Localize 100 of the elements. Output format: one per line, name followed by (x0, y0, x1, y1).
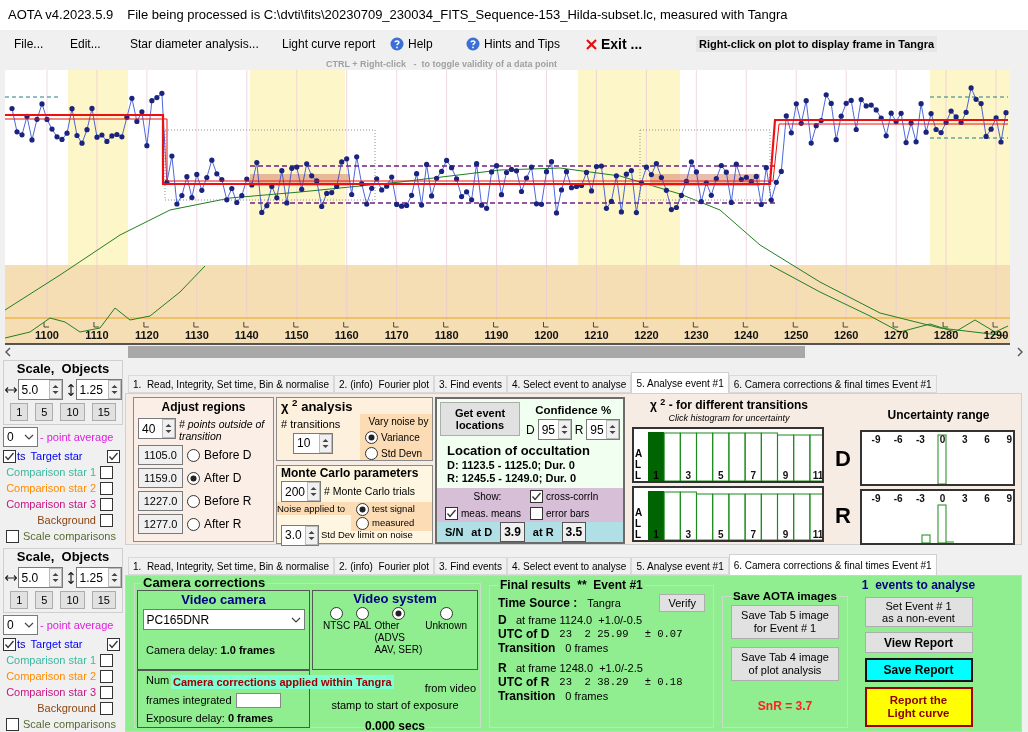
scale-button[interactable]: 15 (91, 591, 116, 609)
number-field[interactable]: 95 (586, 419, 621, 441)
checkbox[interactable] (100, 513, 113, 527)
checkbox[interactable] (6, 718, 19, 731)
action-button[interactable]: Set Event # 1 as a non-event (864, 597, 973, 627)
radio-button[interactable] (187, 448, 200, 462)
checkbox[interactable] (107, 449, 120, 463)
histogram-bars-drawing[interactable] (648, 432, 822, 481)
menu-item[interactable]: Help (408, 35, 433, 53)
tab[interactable]: 4. Select event to analyse (506, 557, 632, 575)
scale-button[interactable]: 10 (60, 591, 85, 609)
checkbox[interactable] (100, 465, 113, 479)
help-icon[interactable] (466, 37, 480, 51)
radio-button[interactable] (356, 516, 369, 530)
menu-item[interactable]: Edit... (70, 35, 101, 53)
radio-button[interactable] (391, 607, 405, 620)
radio-button[interactable] (330, 607, 344, 620)
number-field[interactable]: 1.25 (75, 379, 122, 400)
tab[interactable]: 5. Analyse event #1 (631, 372, 729, 393)
frames-field[interactable] (235, 693, 281, 708)
radio-button[interactable] (187, 517, 200, 531)
checkbox[interactable] (445, 507, 458, 521)
spinner-arrows-icon[interactable] (107, 380, 121, 399)
tab[interactable]: 6. Camera corrections & final times Event #1 (728, 554, 937, 575)
action-button[interactable]: Report the Light curve (864, 687, 973, 727)
checkbox[interactable] (107, 637, 120, 651)
scale-button[interactable]: 5 (35, 403, 54, 421)
chevron-down-icon[interactable] (290, 616, 301, 623)
spinner-arrows-icon[interactable] (162, 419, 175, 438)
chevron-down-icon[interactable] (24, 622, 34, 628)
close-icon[interactable] (586, 38, 597, 50)
save-image-button[interactable]: Save Tab 4 image of plot analysis (731, 647, 839, 682)
spinner-arrows-icon[interactable] (606, 420, 620, 440)
spinner-arrows-icon[interactable] (107, 568, 121, 587)
action-button[interactable]: View Report (864, 632, 973, 653)
tab[interactable]: 6. Camera corrections & final times Event #1 (728, 375, 937, 393)
menu-item[interactable]: Hints and Tips (484, 35, 561, 53)
number-field[interactable]: 95 (537, 419, 572, 441)
number-field[interactable]: 10 (293, 432, 333, 454)
checkbox[interactable] (100, 669, 113, 683)
uncertainty-chart[interactable]: -9 -6 -3 0 3 6 9 (860, 430, 1015, 486)
number-field[interactable]: 40 (138, 418, 176, 439)
menu-item[interactable]: Light curve report (282, 35, 376, 53)
tab[interactable]: 5. Analyse event #1 (631, 557, 729, 575)
tab[interactable]: 1. Read, Integrity, Set time, Bin & normalise (128, 557, 334, 575)
radio-button[interactable] (355, 607, 369, 620)
spinner-arrows-icon[interactable] (307, 482, 320, 501)
scroll-right-icon[interactable] (1016, 347, 1024, 357)
scale-button[interactable]: 15 (91, 403, 116, 421)
verify-button[interactable]: Verify (659, 594, 705, 612)
spinner-arrows-icon[interactable] (319, 433, 332, 453)
spinner-arrows-icon[interactable] (557, 420, 571, 440)
radio-button[interactable] (365, 447, 378, 460)
tab[interactable]: 3. Find events (434, 375, 507, 393)
checkbox[interactable] (530, 507, 543, 521)
tab[interactable]: 2. (info) Fourier plot (334, 375, 435, 393)
checkbox[interactable] (530, 490, 543, 504)
checkbox[interactable] (100, 685, 113, 699)
spinner-arrows-icon[interactable] (48, 568, 62, 587)
tab[interactable]: 4. Select event to analyse (506, 375, 632, 393)
number-field[interactable]: 5.0 (17, 567, 63, 588)
tab[interactable]: 2. (info) Fourier plot (334, 557, 435, 575)
number-field[interactable]: 5.0 (17, 379, 63, 400)
save-image-button[interactable]: Save Tab 5 image for Event # 1 (731, 605, 839, 640)
point-average-dropdown[interactable]: 0 (3, 615, 38, 635)
checkbox[interactable] (6, 530, 19, 543)
scroll-left-icon[interactable] (4, 347, 12, 357)
checkbox[interactable] (100, 497, 113, 511)
help-icon[interactable] (390, 37, 404, 51)
checkbox[interactable] (100, 481, 113, 495)
menu-item[interactable]: File... (14, 35, 44, 53)
scale-button[interactable]: 10 (60, 403, 85, 421)
checkbox[interactable] (100, 701, 113, 715)
checkbox[interactable] (3, 449, 16, 463)
chart-subtitle[interactable]: Click histogram for uncertainty (632, 413, 826, 424)
spinner-arrows-icon[interactable] (305, 525, 318, 545)
menu-item[interactable]: Star diameter analysis... (130, 35, 259, 53)
number-field[interactable]: 200 (281, 481, 321, 502)
radio-button[interactable] (187, 471, 200, 485)
camera-dropdown[interactable]: PC165DNR (142, 609, 305, 630)
scale-button[interactable]: 5 (35, 591, 54, 609)
scale-button[interactable]: 1 (10, 591, 29, 609)
get-locations-button[interactable]: Get event locations (440, 402, 520, 436)
tab[interactable]: 1. Read, Integrity, Set time, Bin & normalise (128, 375, 334, 393)
action-button[interactable]: Save Report (864, 658, 973, 682)
checkbox[interactable] (3, 637, 16, 651)
scrollbar-thumb[interactable] (128, 346, 805, 358)
checkbox[interactable] (100, 653, 113, 667)
number-field[interactable]: 1.25 (75, 567, 122, 588)
radio-button[interactable] (187, 494, 200, 508)
number-field[interactable]: 3.0 (281, 524, 319, 546)
radio-button[interactable] (356, 502, 369, 516)
menu-item[interactable]: Exit ... (601, 33, 643, 55)
chevron-down-icon[interactable] (24, 434, 34, 440)
histogram-bars-drawing[interactable] (648, 491, 822, 540)
scale-button[interactable]: 1 (10, 403, 29, 421)
spinner-arrows-icon[interactable] (48, 380, 62, 399)
tab[interactable]: 3. Find events (434, 557, 507, 575)
radio-button[interactable] (365, 431, 378, 444)
radio-button[interactable] (439, 607, 453, 620)
